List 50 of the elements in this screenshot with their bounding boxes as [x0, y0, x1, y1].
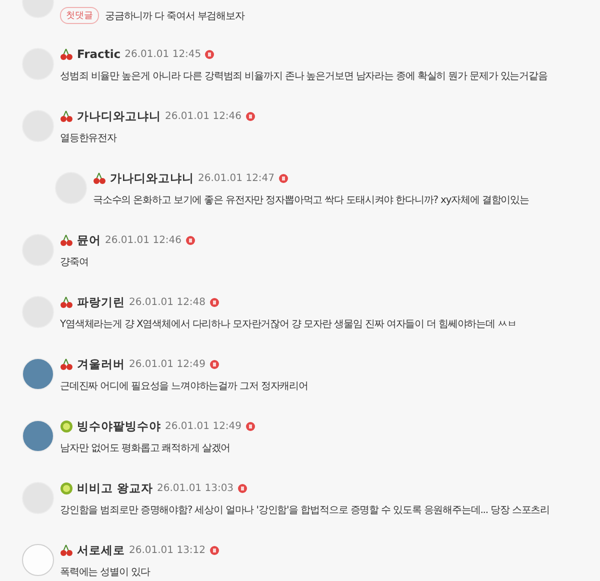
- first-comment-badge: 첫댓글: [60, 7, 99, 24]
- kiwi-icon: [60, 420, 73, 432]
- new-icon: [186, 236, 195, 244]
- cherry-icon: [60, 234, 73, 246]
- comment-text: 폭력에는 성별이 있다: [60, 566, 150, 579]
- comment-time: 26.01.01 12:46: [165, 110, 242, 122]
- new-icon: [210, 298, 219, 306]
- comment-time: 26.01.01 13:03: [157, 482, 234, 494]
- avatar[interactable]: [22, 544, 54, 576]
- comment-time: 26.01.01 12:46: [105, 234, 182, 246]
- new-icon: [205, 50, 214, 58]
- username[interactable]: 서로세로: [77, 542, 125, 558]
- comment-text: 남자만 없어도 평화롭고 쾌적하게 살겠어: [60, 442, 230, 455]
- cherry-icon: [60, 296, 73, 308]
- cherry-icon: [60, 544, 73, 556]
- comment-time: 26.01.01 12:49: [165, 420, 242, 432]
- comment-text: 열등한유전자: [60, 132, 116, 145]
- username[interactable]: Fractic: [77, 47, 121, 61]
- avatar-photo[interactable]: [22, 420, 54, 452]
- comment-time: 26.01.01 13:12: [129, 544, 206, 556]
- username[interactable]: 파랑기린: [77, 294, 125, 310]
- comment-text: 궁금하니까 다 죽여서 부검해보자: [105, 10, 244, 22]
- new-icon: [246, 112, 255, 120]
- kiwi-icon: [60, 482, 73, 494]
- comment-time: 26.01.01 12:48: [129, 296, 206, 308]
- cherry-icon: [93, 172, 106, 184]
- comment-text: 극소수의 온화하고 보기에 좋은 유전자만 정자뽑아먹고 싹다 도태시켜야 한다니까? xy자체에 결함이있는: [93, 194, 529, 207]
- username[interactable]: 빙수야팥빙수야: [77, 418, 161, 434]
- username[interactable]: 뮨어: [77, 232, 101, 248]
- avatar-photo[interactable]: [22, 358, 54, 390]
- comment-text: Y염색체라는게 걍 X염색체에서 다리하나 모자란거잖어 걍 모자란 생물임 진짜 여자들이 더 힘쎄야하는데 ㅆㅂ: [60, 318, 516, 331]
- comment-text: 강인함을 범죄로만 증명해야함? 세상이 얼마나 '강인함'을 합법적으로 증명할 수 있도록 응원해주는데... 당장 스포츠리: [60, 504, 550, 517]
- cherry-icon: [60, 48, 73, 60]
- comment-time: 26.01.01 12:47: [198, 172, 275, 184]
- new-icon: [210, 360, 219, 368]
- username[interactable]: 비비고 왕교자: [77, 480, 154, 496]
- new-icon: [246, 422, 255, 430]
- username[interactable]: 가나디와고냐니: [77, 108, 161, 124]
- new-icon: [238, 484, 247, 492]
- comment-time: 26.01.01 12:45: [124, 48, 202, 60]
- comment-text: 근데진짜 어디에 필요성을 느껴야하는걸까 그저 정자캐리어: [60, 380, 308, 393]
- username[interactable]: 겨울러버: [77, 356, 125, 372]
- comment-text: 성범죄 비율만 높은게 아니라 다른 강력범죄 비율까지 존나 높은거보면 남자라는 종에 확실히 뭔가 문제가 있는거같음: [60, 70, 548, 83]
- cherry-icon: [60, 110, 73, 122]
- new-icon: [210, 546, 219, 554]
- comment-text: 걍죽여: [60, 256, 88, 269]
- new-icon: [278, 174, 288, 182]
- cherry-icon: [60, 358, 73, 370]
- username[interactable]: 가나디와고냐니: [110, 170, 194, 186]
- comment-time: 26.01.01 12:49: [129, 358, 206, 370]
